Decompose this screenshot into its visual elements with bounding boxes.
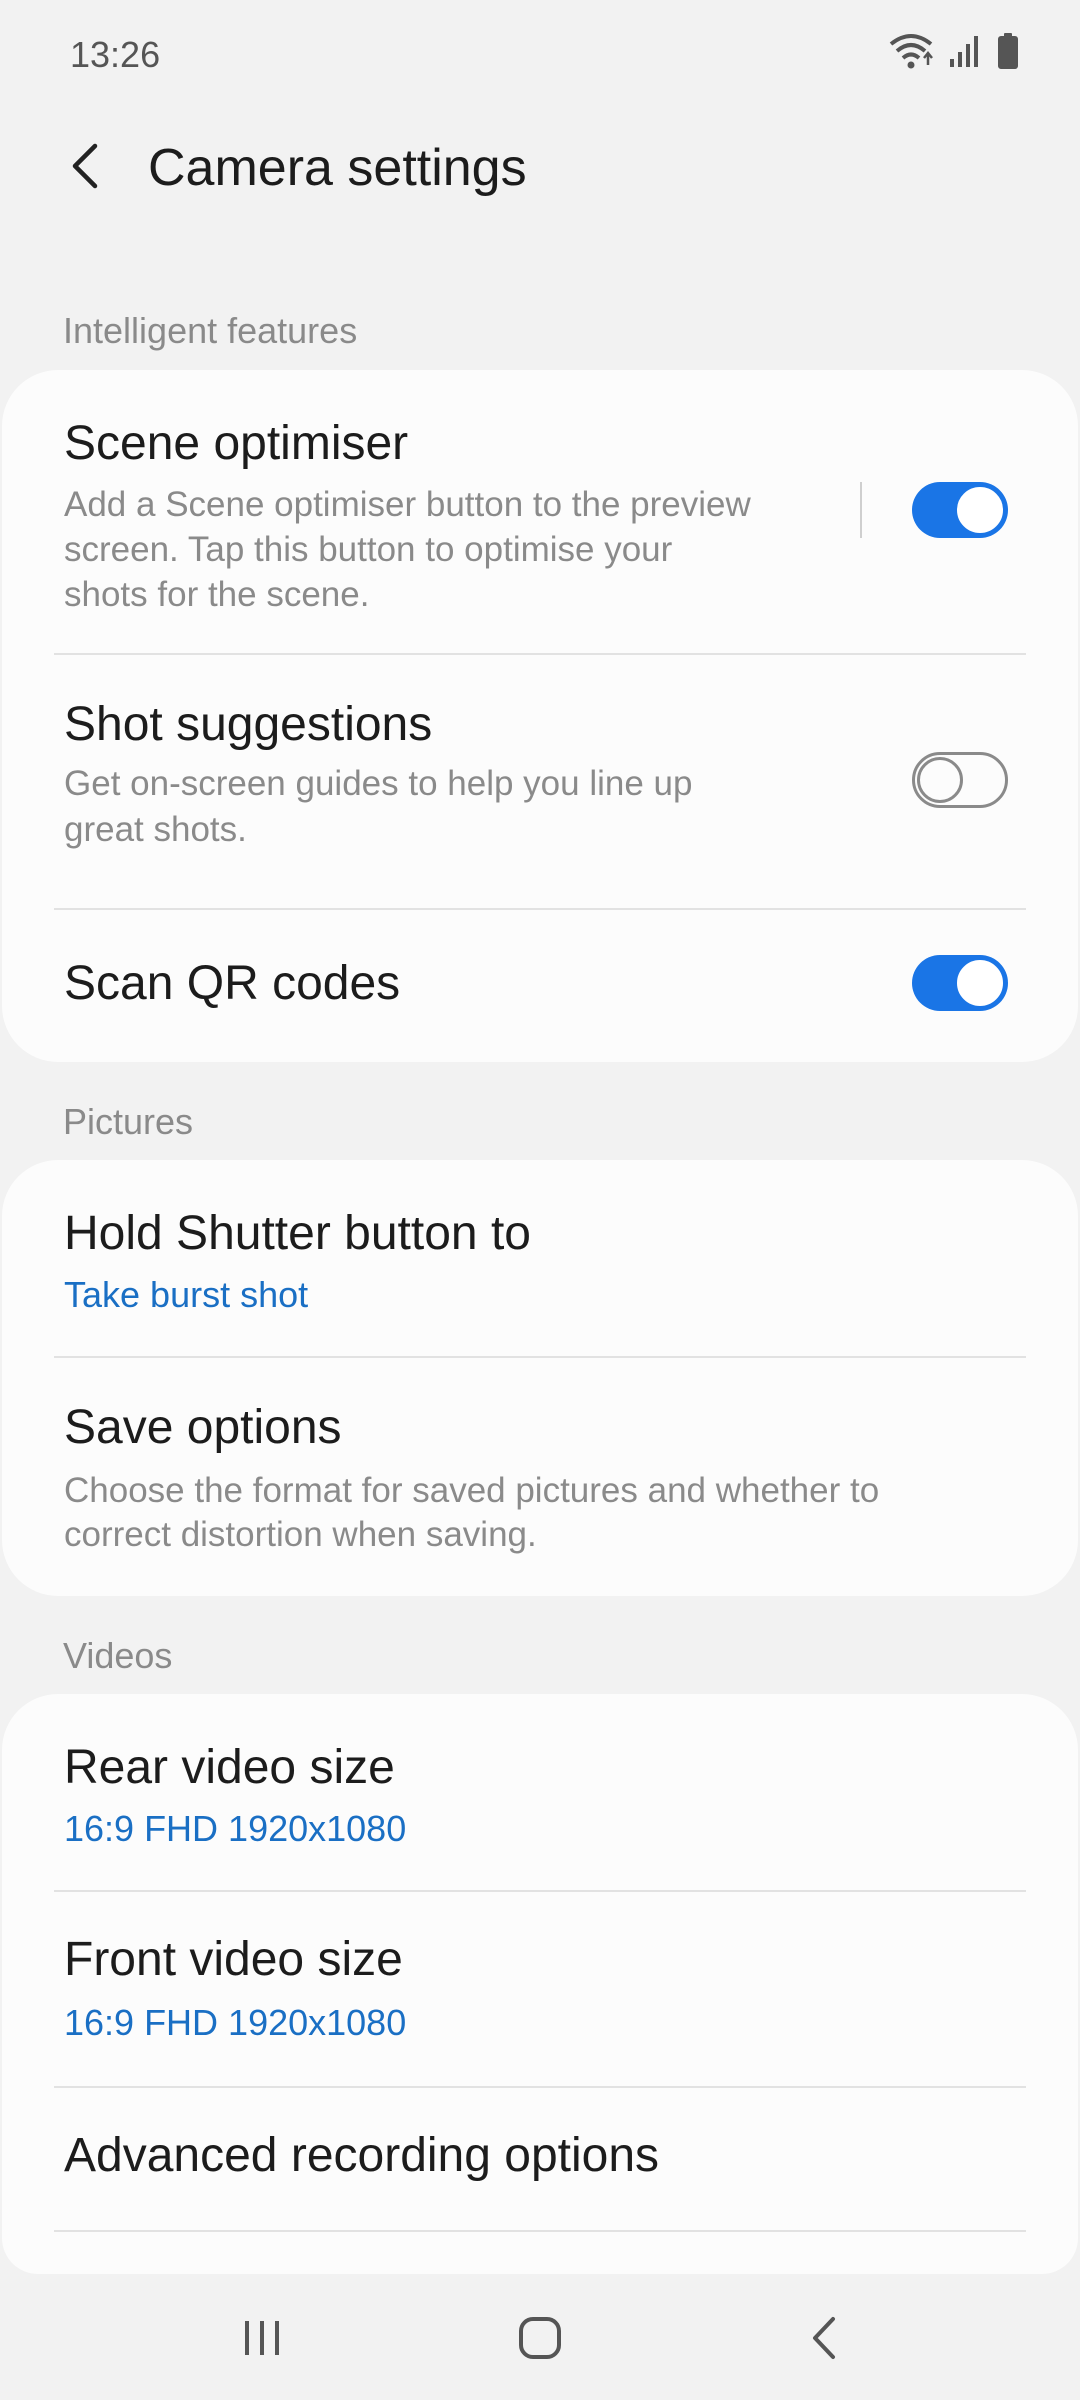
scan-qr-toggle[interactable] [912, 955, 1008, 1011]
shot-suggestions-toggle[interactable] [912, 752, 1008, 808]
divider [54, 2230, 1026, 2232]
setting-description: shots for the scene. [64, 575, 370, 614]
setting-save-options[interactable]: Save options Choose the format for saved… [2, 1358, 1078, 1596]
setting-scan-qr-codes[interactable]: Scan QR codes [2, 910, 1078, 1062]
setting-value: 16:9 FHD 1920x1080 [64, 1808, 407, 1849]
card-videos: Rear video size 16:9 FHD 1920x1080 Front… [2, 1694, 1078, 2274]
setting-description: Add a Scene optimiser button to the prev… [64, 485, 751, 524]
signal-icon [948, 33, 982, 69]
wifi-icon [888, 32, 934, 70]
navigation-bar [0, 2275, 1080, 2400]
chevron-left-icon [67, 142, 101, 195]
home-icon [517, 2315, 563, 2366]
setting-rear-video-size[interactable]: Rear video size 16:9 FHD 1920x1080 [2, 1694, 1078, 1890]
setting-title: Front video size [64, 1933, 403, 1986]
page-title: Camera settings [148, 139, 527, 197]
toggle-knob [954, 484, 1006, 536]
section-label-intelligent-features: Intelligent features [63, 310, 358, 351]
section-label-pictures: Pictures [63, 1101, 194, 1142]
recents-icon [241, 2317, 283, 2364]
home-button[interactable] [500, 2305, 580, 2375]
battery-icon [996, 32, 1020, 70]
setting-title: Scan QR codes [64, 957, 401, 1010]
scene-optimiser-toggle[interactable] [912, 482, 1008, 538]
section-label-videos: Videos [63, 1635, 173, 1676]
setting-hold-shutter[interactable]: Hold Shutter button to Take burst shot [2, 1160, 1078, 1356]
back-button[interactable] [52, 136, 116, 200]
setting-title: Rear video size [64, 1741, 395, 1794]
setting-title: Save options [64, 1401, 342, 1454]
setting-description: Choose the format for saved pictures and… [64, 1471, 880, 1510]
nav-back-icon [809, 2315, 839, 2366]
setting-advanced-recording-options[interactable]: Advanced recording options [2, 2088, 1078, 2228]
setting-description: great shots. [64, 810, 247, 849]
card-pictures: Hold Shutter button to Take burst shot S… [2, 1160, 1078, 1596]
app-bar: Camera settings [0, 110, 1080, 230]
status-bar: 13:26 [0, 0, 1080, 110]
status-time: 13:26 [70, 34, 161, 75]
setting-title: Hold Shutter button to [64, 1207, 531, 1260]
recents-button[interactable] [222, 2305, 302, 2375]
setting-title: Shot suggestions [64, 698, 433, 751]
status-icons [888, 32, 1020, 70]
setting-value: Take burst shot [64, 1274, 309, 1315]
toggle-knob [917, 757, 963, 803]
card-intelligent-features: Scene optimiser Add a Scene optimiser bu… [2, 370, 1078, 1062]
setting-front-video-size[interactable]: Front video size 16:9 FHD 1920x1080 [2, 1892, 1078, 2088]
vertical-divider [860, 482, 862, 538]
toggle-knob [954, 957, 1006, 1009]
nav-back-button[interactable] [784, 2305, 864, 2375]
setting-value: 16:9 FHD 1920x1080 [64, 2002, 407, 2043]
setting-description: correct distortion when saving. [64, 1515, 537, 1554]
setting-description: Get on-screen guides to help you line up [64, 764, 693, 803]
setting-shot-suggestions[interactable]: Shot suggestions Get on-screen guides to… [2, 655, 1078, 909]
setting-description: screen. Tap this button to optimise your [64, 530, 673, 569]
setting-title: Scene optimiser [64, 417, 409, 470]
setting-title: Advanced recording options [64, 2129, 660, 2182]
setting-scene-optimiser[interactable]: Scene optimiser Add a Scene optimiser bu… [2, 370, 1078, 654]
